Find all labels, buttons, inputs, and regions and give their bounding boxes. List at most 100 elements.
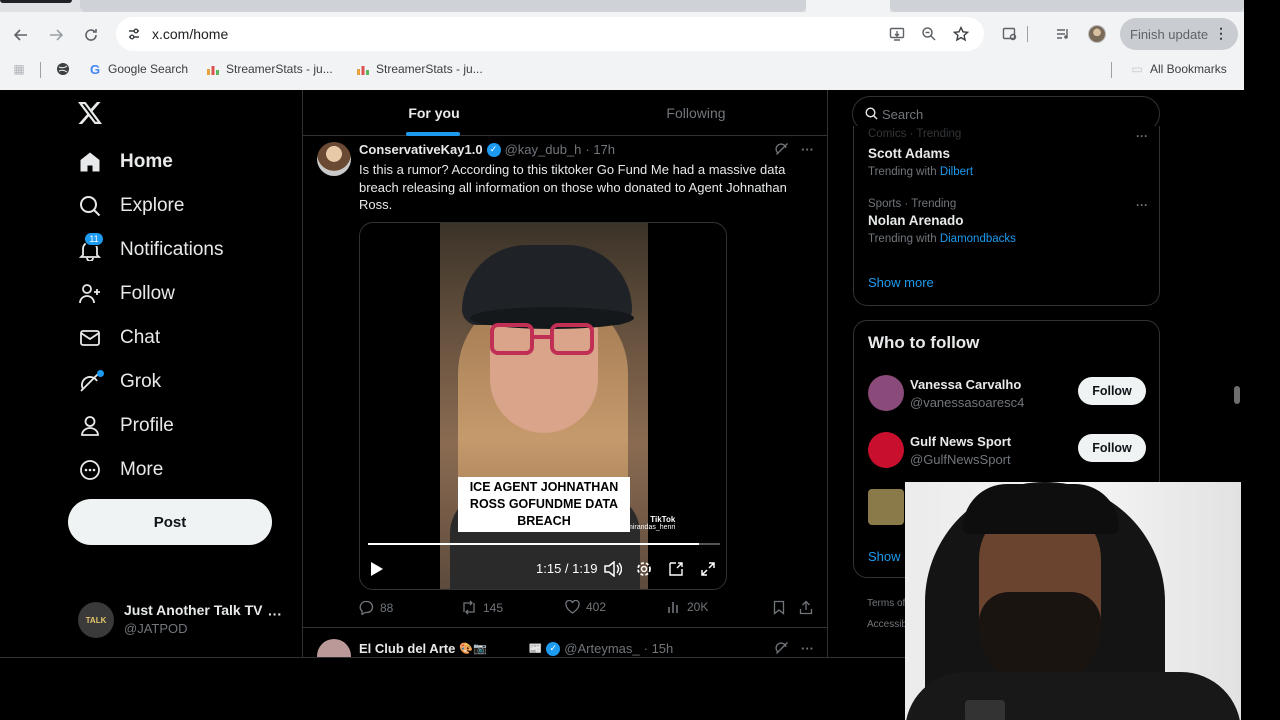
nav-follow[interactable]: Follow [78, 279, 175, 309]
tweet-avatar[interactable] [317, 142, 351, 176]
tweet-author-emojis: 🎨📷🎞🖼🏛📰 [459, 643, 543, 655]
tab-search-icon[interactable] [1001, 25, 1019, 43]
account-more-icon[interactable]: ··· [268, 606, 282, 622]
scrollbar-thumb[interactable] [1234, 386, 1240, 404]
grok-analyze-icon[interactable] [775, 142, 789, 159]
site-info-icon[interactable] [124, 24, 144, 44]
tab-for-you[interactable]: For you [303, 90, 565, 136]
tweet-time[interactable]: · 15h [644, 641, 674, 656]
follow-suggestion[interactable]: Vanessa Carvalho @vanessasoaresc4 Follow [868, 375, 1148, 415]
account-switcher[interactable]: TALK Just Another Talk TV @JATPOD ··· [78, 596, 288, 640]
tab-following[interactable]: Following [565, 90, 827, 136]
follow-button[interactable]: Follow [1078, 377, 1146, 405]
install-app-icon[interactable] [888, 25, 906, 43]
trend-with-link[interactable]: Dilbert [940, 166, 973, 178]
back-button[interactable] [10, 24, 32, 46]
trend-item[interactable]: Comics · Trending [868, 128, 1148, 140]
nav-notifications[interactable]: 11 Notifications [78, 232, 224, 265]
trend-more-icon[interactable]: ··· [1136, 198, 1148, 212]
bookmark-divider [40, 62, 41, 78]
grok-analyze-icon[interactable] [775, 641, 789, 657]
bookmark-globe[interactable] [56, 62, 70, 76]
views-count: 20K [687, 600, 709, 614]
tweet-more-icon[interactable]: ··· [801, 142, 814, 159]
tweet-time[interactable]: · 17h [585, 142, 615, 157]
tweet[interactable]: El Club del Arte 🎨📷🎞🖼🏛📰 ✓ @Arteymas_ · 1… [303, 629, 827, 657]
show-more-link[interactable]: Show [868, 549, 901, 564]
nav-profile[interactable]: Profile [78, 411, 174, 441]
reply-button[interactable]: 88 [359, 600, 393, 615]
url-text[interactable]: x.com/home [152, 26, 228, 42]
menu-dots-icon[interactable]: ⋮ [1214, 25, 1228, 42]
tweet-author-handle[interactable]: @kay_dub_h [505, 142, 582, 157]
tweet-header: ConservativeKay1.0 ✓ @kay_dub_h · 17h [359, 142, 615, 157]
apps-icon[interactable]: ▦ [12, 62, 26, 76]
forward-button[interactable] [45, 24, 67, 46]
tweet-video[interactable]: ICE AGENT JOHNATHAN ROSS GOFUNDME DATA B… [359, 222, 727, 590]
trend-more-icon[interactable]: ··· [1136, 129, 1148, 143]
browser-tab[interactable] [80, 0, 806, 12]
follow-suggestion[interactable]: Gulf News Sport @GulfNewsSport Follow [868, 432, 1148, 472]
show-more-link[interactable]: Show more [868, 275, 934, 290]
grok-icon [78, 370, 104, 394]
footer-terms-link[interactable]: Terms of [867, 598, 905, 609]
tweet-author-handle[interactable]: @Arteymas_ [564, 641, 639, 656]
views-button[interactable]: 20K [667, 600, 708, 614]
bookmark-google-search[interactable]: G Google Search [88, 62, 189, 77]
media-controls-icon[interactable] [1054, 25, 1072, 43]
address-bar[interactable]: x.com/home [116, 17, 984, 51]
browser-profile-avatar[interactable] [1088, 25, 1106, 43]
trend-with-link[interactable]: Diamondbacks [940, 233, 1016, 245]
trend-item[interactable]: Scott Adams Trending with Dilbert ··· [868, 129, 1148, 178]
bookmark-button[interactable] [773, 600, 785, 615]
browser-tab[interactable] [890, 0, 1244, 12]
browser-tab-current[interactable] [806, 0, 890, 12]
tweet-more-icon[interactable]: ··· [801, 641, 814, 657]
fullscreen-button[interactable] [700, 559, 716, 579]
reload-button[interactable] [80, 24, 102, 46]
bookmark-label: Google Search [108, 62, 189, 76]
pip-button[interactable] [668, 559, 684, 579]
x-logo-icon[interactable] [78, 102, 104, 126]
tab-strip [0, 0, 1244, 12]
suggestion-name[interactable]: Vanessa Carvalho [910, 377, 1021, 392]
post-button[interactable]: Post [68, 499, 272, 545]
search-placeholder: Search [882, 107, 924, 122]
zoom-icon[interactable] [920, 25, 938, 43]
suggestion-avatar[interactable] [868, 432, 904, 468]
repost-button[interactable]: 145 [461, 600, 503, 615]
bookmark-streamerstats-2[interactable]: StreamerStats - ju... [356, 62, 483, 76]
nav-chat[interactable]: Chat [78, 323, 160, 353]
nav-grok[interactable]: Grok [78, 367, 161, 397]
tweet-author-name[interactable]: ConservativeKay1.0 [359, 142, 483, 157]
tab-label: For you [408, 105, 460, 121]
bookmark-streamerstats-1[interactable]: StreamerStats - ju... [206, 62, 333, 76]
footer-accessibility-link[interactable]: Accessib [867, 619, 907, 630]
bookmark-star-icon[interactable] [952, 25, 970, 43]
all-bookmarks[interactable]: ▭ All Bookmarks [1130, 62, 1226, 76]
nav-more[interactable]: More [78, 455, 163, 485]
follow-button[interactable]: Follow [1078, 434, 1146, 462]
tweet-avatar[interactable] [317, 639, 351, 657]
bookmark-label: StreamerStats - ju... [376, 62, 483, 76]
repost-count: 145 [483, 600, 504, 615]
tab-active-indicator[interactable] [0, 0, 72, 3]
who-to-follow-title: Who to follow [868, 333, 980, 352]
nav-label: Home [120, 151, 173, 172]
trend-item[interactable]: Sports · Trending Nolan Arenado Trending… [868, 198, 1148, 245]
settings-button[interactable] [636, 559, 652, 579]
suggestion-avatar[interactable] [868, 375, 904, 411]
share-button[interactable] [799, 600, 813, 615]
suggestion-name[interactable]: Gulf News Sport [910, 434, 1011, 449]
trend-with: Trending with Dilbert [868, 166, 1148, 178]
tweet-author-name[interactable]: El Club del Arte [359, 641, 455, 656]
nav-explore[interactable]: Explore [78, 191, 184, 221]
nav-home[interactable]: Home [78, 147, 173, 177]
finish-update-button[interactable]: Finish update ⋮ [1120, 18, 1238, 50]
volume-button[interactable] [604, 559, 622, 579]
play-button[interactable] [370, 559, 384, 579]
tweet[interactable]: ConservativeKay1.0 ✓ @kay_dub_h · 17h ··… [303, 136, 827, 628]
suggestion-avatar[interactable] [868, 489, 904, 525]
like-button[interactable]: 402 [565, 600, 606, 614]
video-progress-fill[interactable] [368, 543, 699, 545]
